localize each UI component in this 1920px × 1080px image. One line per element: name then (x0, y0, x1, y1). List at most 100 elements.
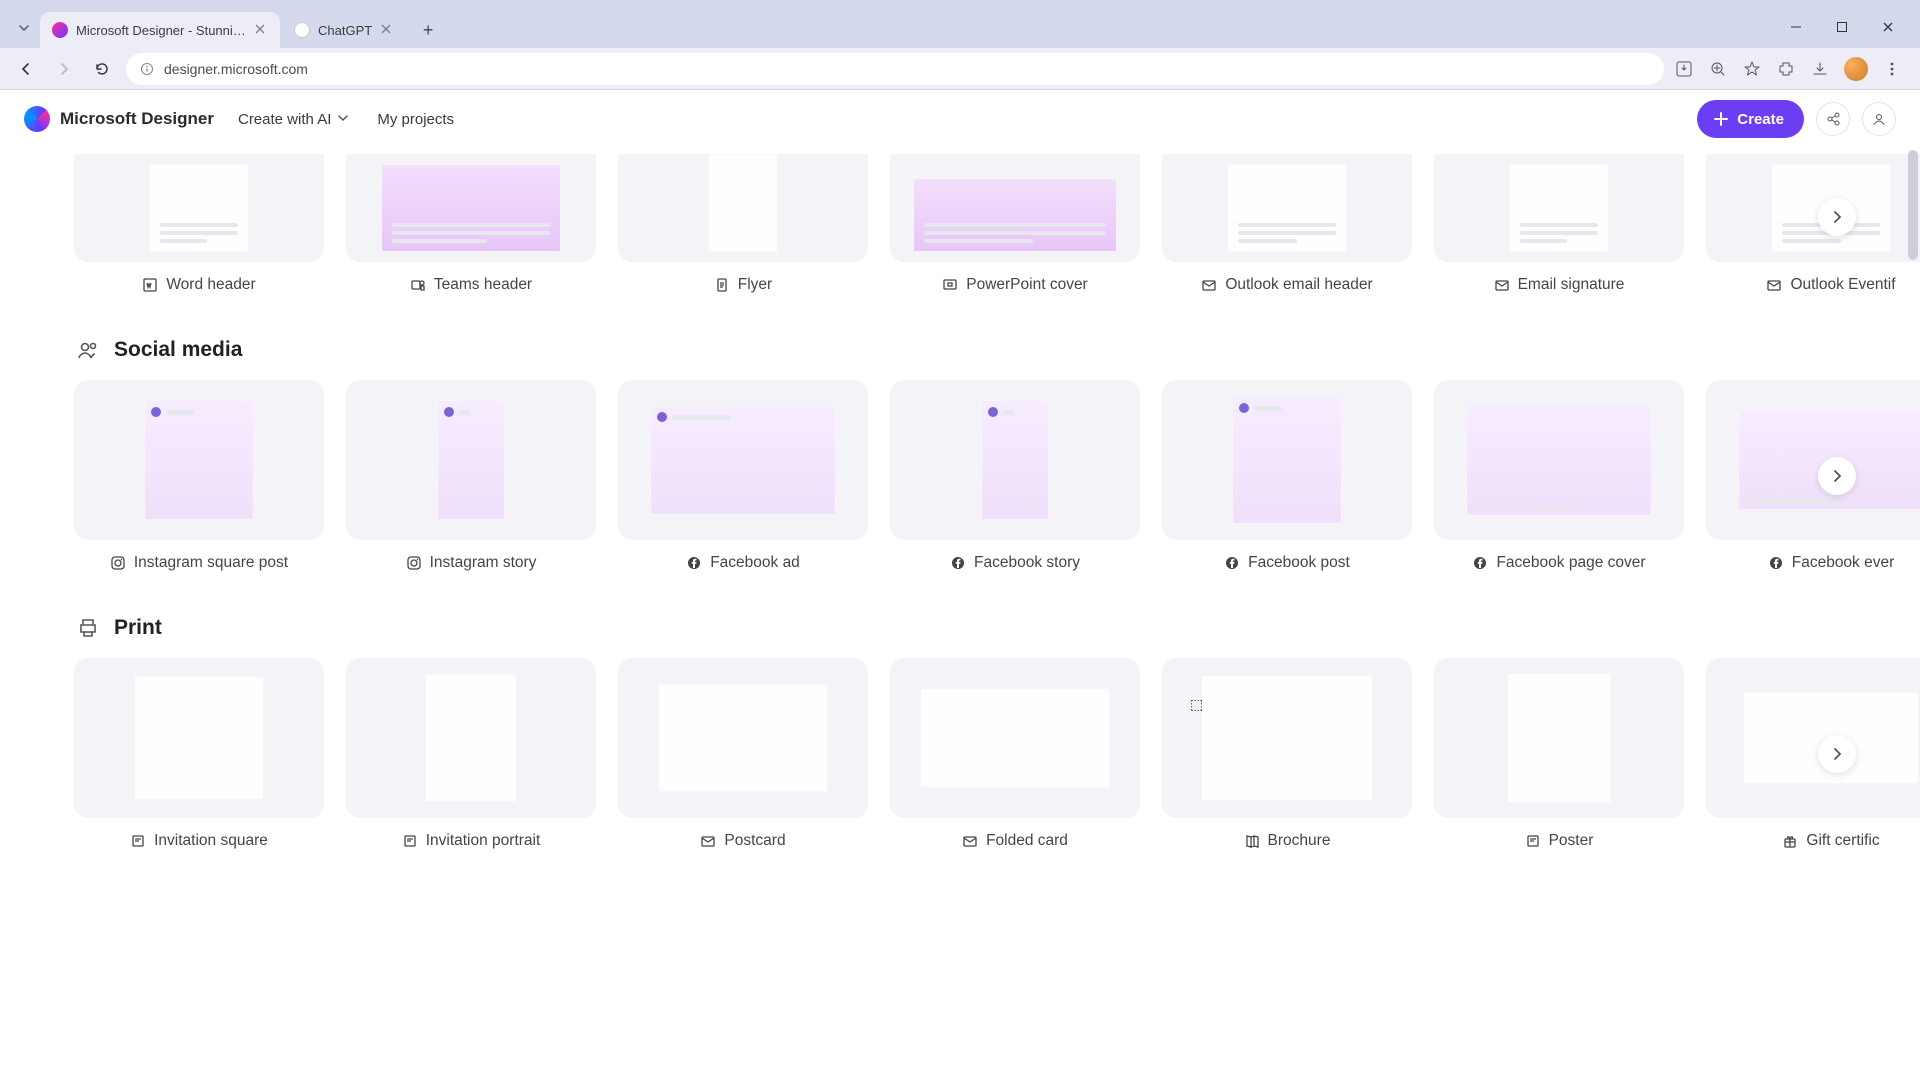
account-icon[interactable] (1862, 102, 1896, 136)
template-card[interactable]: Email signature (1434, 154, 1684, 294)
template-thumbnail[interactable] (74, 380, 324, 540)
maximize-button[interactable] (1820, 12, 1864, 42)
close-icon[interactable] (254, 23, 268, 37)
back-button[interactable] (12, 55, 40, 83)
template-thumbnail[interactable] (1706, 658, 1920, 818)
share-icon[interactable] (1816, 102, 1850, 136)
template-label: PowerPoint cover (966, 276, 1087, 294)
extensions-icon[interactable] (1776, 59, 1796, 79)
template-label: Instagram story (430, 554, 537, 572)
template-card[interactable]: Invitation square (74, 658, 324, 850)
template-thumbnail[interactable] (890, 658, 1140, 818)
template-thumbnail[interactable] (74, 658, 324, 818)
template-card[interactable]: Facebook ad (618, 380, 868, 572)
template-card[interactable]: Brochure (1162, 658, 1412, 850)
template-card[interactable]: Word header (74, 154, 324, 294)
designer-logo-icon (24, 106, 50, 132)
downloads-icon[interactable] (1810, 59, 1830, 79)
template-thumbnail[interactable] (1706, 154, 1920, 262)
template-thumbnail[interactable] (890, 380, 1140, 540)
zoom-icon[interactable] (1708, 59, 1728, 79)
template-card[interactable]: Invitation portrait (346, 658, 596, 850)
brand-name[interactable]: Microsoft Designer (60, 109, 214, 129)
template-thumbnail[interactable] (618, 658, 868, 818)
url-bar[interactable]: designer.microsoft.com (126, 53, 1664, 85)
minimize-button[interactable] (1774, 12, 1818, 42)
carousel-next-button[interactable] (1818, 198, 1856, 236)
template-thumbnail[interactable] (890, 154, 1140, 262)
scrollbar[interactable] (1906, 90, 1920, 1080)
browser-toolbar: designer.microsoft.com (0, 48, 1920, 90)
template-card[interactable]: Facebook post (1162, 380, 1412, 572)
template-caption: Facebook story (950, 554, 1080, 572)
gift-icon (1782, 833, 1798, 849)
template-thumbnail[interactable] (346, 380, 596, 540)
template-card[interactable]: Outlook Eventif (1706, 154, 1920, 294)
template-card[interactable]: Facebook page cover (1434, 380, 1684, 572)
template-card[interactable]: Postcard (618, 658, 868, 850)
menu-my-projects[interactable]: My projects (375, 105, 456, 134)
template-card[interactable]: Instagram story (346, 380, 596, 572)
template-label: Instagram square post (134, 554, 288, 572)
template-card[interactable]: Facebook story (890, 380, 1140, 572)
instagram-icon (110, 555, 126, 571)
template-label: Invitation portrait (426, 832, 541, 850)
template-caption: Facebook ever (1768, 554, 1895, 572)
template-thumbnail[interactable] (1434, 154, 1684, 262)
facebook-icon (686, 555, 702, 571)
browser-menu-icon[interactable] (1882, 59, 1902, 79)
close-icon[interactable] (380, 23, 394, 37)
mail-icon (700, 833, 716, 849)
facebook-icon (1768, 555, 1784, 571)
close-window-button[interactable] (1866, 12, 1910, 42)
template-label: Folded card (986, 832, 1068, 850)
template-card[interactable]: Facebook ever (1706, 380, 1920, 572)
tab-chatgpt[interactable]: ChatGPT (282, 12, 406, 48)
template-card[interactable]: Teams header (346, 154, 596, 294)
create-button[interactable]: Create (1697, 100, 1804, 138)
carousel-next-button[interactable] (1818, 735, 1856, 773)
template-thumbnail[interactable] (1162, 380, 1412, 540)
template-thumbnail[interactable] (346, 154, 596, 262)
template-label: Invitation square (154, 832, 268, 850)
template-label: Postcard (724, 832, 785, 850)
template-thumbnail[interactable] (1162, 658, 1412, 818)
template-thumbnail[interactable] (618, 380, 868, 540)
install-app-icon[interactable] (1674, 59, 1694, 79)
template-label: Poster (1549, 832, 1594, 850)
template-card[interactable]: Poster (1434, 658, 1684, 850)
carousel-next-button[interactable] (1818, 457, 1856, 495)
template-thumbnail[interactable] (1706, 380, 1920, 540)
profile-avatar[interactable] (1844, 57, 1868, 81)
template-caption: Instagram square post (110, 554, 288, 572)
template-thumbnail[interactable] (1162, 154, 1412, 262)
template-caption: Outlook Eventif (1766, 276, 1895, 294)
forward-button[interactable] (50, 55, 78, 83)
app-header: Microsoft Designer Create with AI My pro… (0, 90, 1920, 148)
brochure-icon (1244, 833, 1260, 849)
template-card[interactable]: Folded card (890, 658, 1140, 850)
template-thumbnail[interactable] (74, 154, 324, 262)
template-label: Gift certific (1806, 832, 1879, 850)
template-label: Facebook ad (710, 554, 800, 572)
teams-icon (410, 277, 426, 293)
template-thumbnail[interactable] (1434, 380, 1684, 540)
template-card[interactable]: Flyer (618, 154, 868, 294)
reload-button[interactable] (88, 55, 116, 83)
site-info-icon[interactable] (140, 62, 154, 76)
template-card[interactable]: Instagram square post (74, 380, 324, 572)
template-caption: Poster (1525, 832, 1594, 850)
template-thumbnail[interactable] (346, 658, 596, 818)
template-thumbnail[interactable] (618, 154, 868, 262)
template-card[interactable]: Gift certific (1706, 658, 1920, 850)
menu-create-with-ai[interactable]: Create with AI (236, 105, 353, 134)
template-thumbnail[interactable] (1434, 658, 1684, 818)
card-icon (1525, 833, 1541, 849)
template-card[interactable]: PowerPoint cover (890, 154, 1140, 294)
template-card[interactable]: Outlook email header (1162, 154, 1412, 294)
tab-designer[interactable]: Microsoft Designer - Stunning (40, 12, 280, 48)
template-label: Facebook story (974, 554, 1080, 572)
new-tab-button[interactable]: + (414, 16, 442, 44)
tabs-dropdown-icon[interactable] (14, 18, 34, 38)
bookmark-icon[interactable] (1742, 59, 1762, 79)
